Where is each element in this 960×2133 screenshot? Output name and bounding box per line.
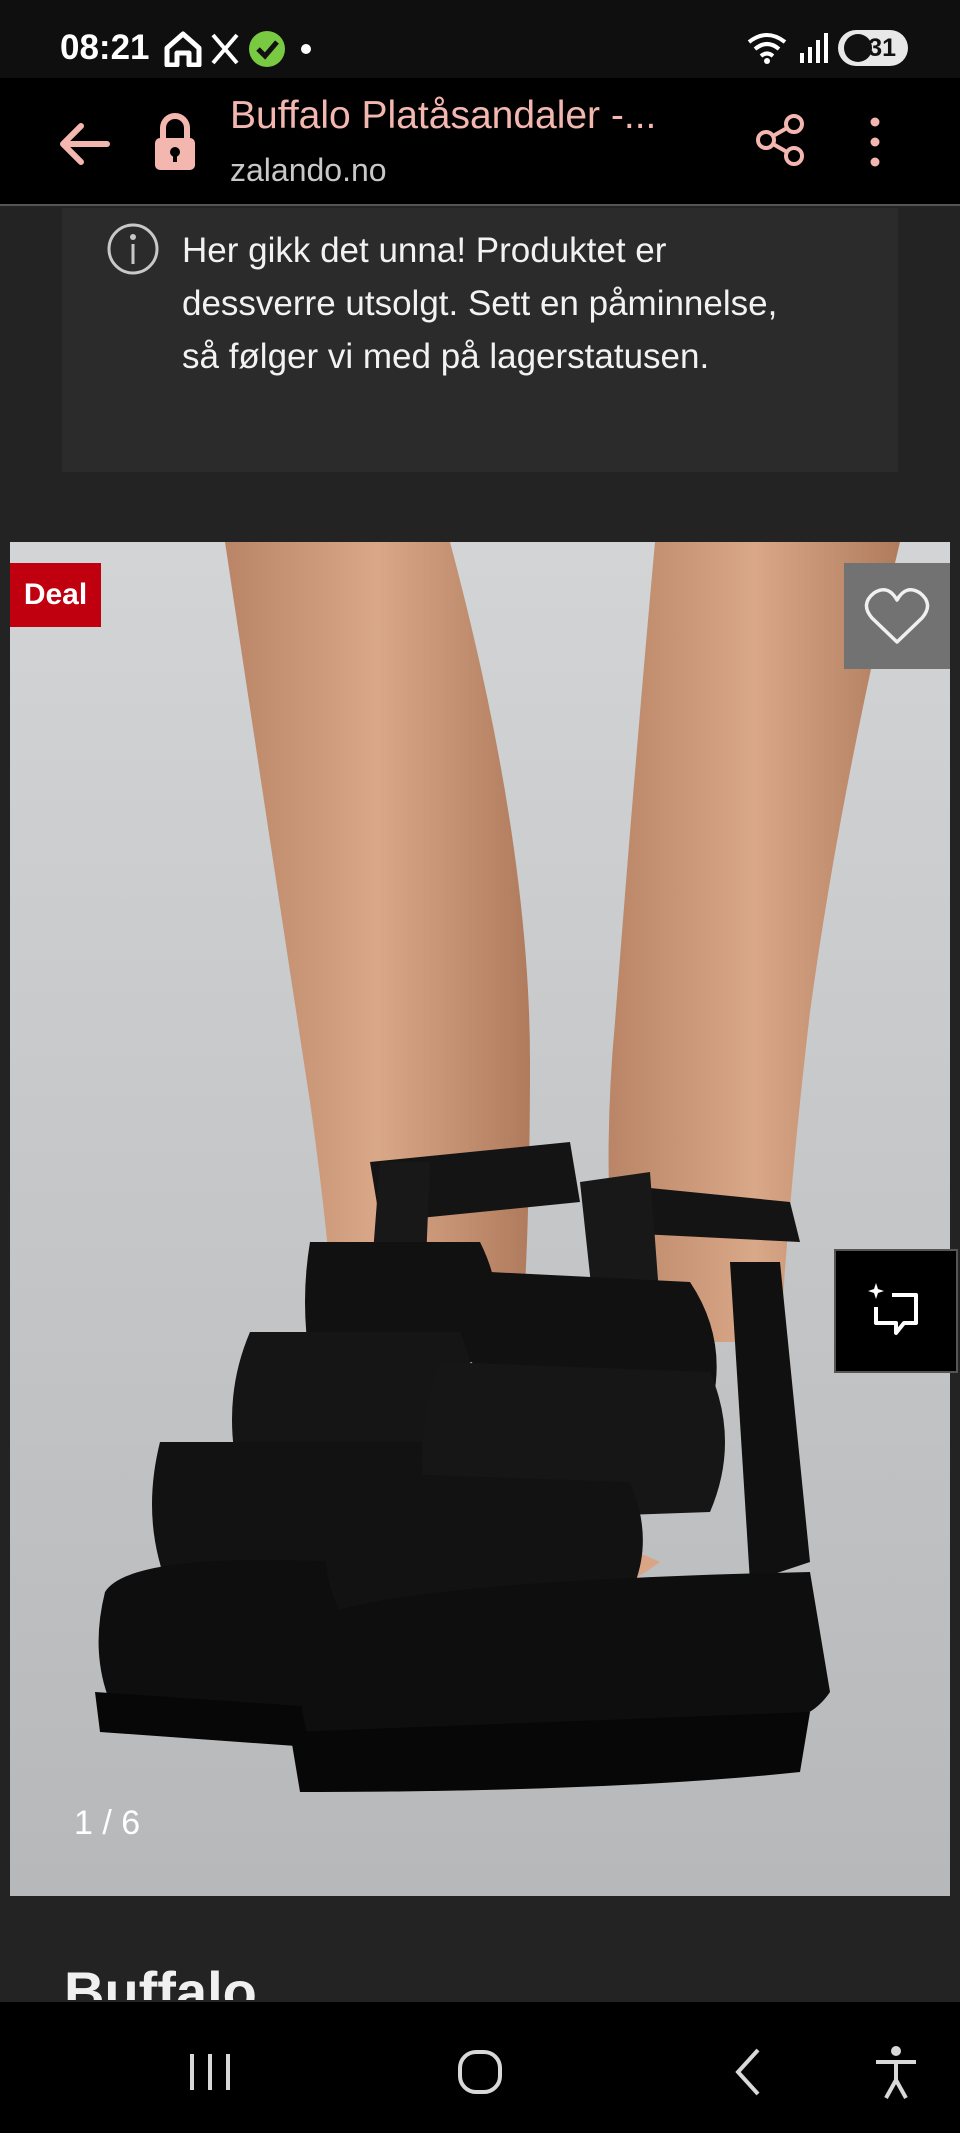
url-domain[interactable]: zalando.no bbox=[230, 152, 387, 189]
heart-icon bbox=[864, 588, 930, 644]
page: 08:21 31 Buffalo Platåsandaler -... zala… bbox=[0, 0, 960, 2133]
home-button-icon[interactable] bbox=[450, 2042, 510, 2102]
more-options-icon[interactable] bbox=[860, 114, 890, 170]
recent-apps-icon[interactable] bbox=[180, 2042, 240, 2102]
status-left-icons bbox=[164, 30, 314, 68]
page-title[interactable]: Buffalo Platåsandaler -... bbox=[230, 94, 710, 138]
wifi-icon bbox=[747, 33, 787, 64]
battery-saver-icon bbox=[844, 34, 872, 62]
back-arrow-icon[interactable] bbox=[55, 114, 115, 174]
status-bar: 08:21 31 bbox=[0, 0, 960, 78]
share-icon[interactable] bbox=[752, 112, 808, 168]
status-right-icons: 31 bbox=[746, 30, 908, 66]
product-brand: Buffalo bbox=[64, 1960, 257, 2000]
navigation-bar bbox=[0, 2002, 960, 2133]
sparkle-crop-icon bbox=[868, 1283, 918, 1335]
battery-level: 31 bbox=[868, 33, 896, 62]
notice-text: Her gikk det unna! Produktet er dessverr… bbox=[182, 231, 778, 376]
browser-toolbar: Buffalo Platåsandaler -... zalando.no bbox=[0, 78, 960, 206]
dot-icon bbox=[301, 44, 311, 54]
sold-out-notice: Her gikk det unna! Produktet er dessverr… bbox=[62, 208, 898, 472]
wishlist-button[interactable] bbox=[844, 563, 950, 669]
back-icon[interactable] bbox=[720, 2042, 780, 2102]
lock-icon[interactable] bbox=[152, 112, 198, 172]
x-icon bbox=[211, 33, 239, 65]
accessibility-icon[interactable] bbox=[866, 2042, 926, 2102]
image-counter: 1 / 6 bbox=[74, 1804, 141, 1842]
battery-indicator: 31 bbox=[838, 30, 908, 66]
visual-search-button[interactable] bbox=[834, 1249, 958, 1373]
status-time: 08:21 bbox=[60, 28, 150, 67]
signal-icon bbox=[800, 33, 828, 63]
check-circle-icon bbox=[249, 31, 285, 67]
info-icon bbox=[107, 223, 159, 275]
product-image[interactable]: Deal 1 / 6 bbox=[10, 542, 950, 1896]
home-icon bbox=[164, 31, 202, 67]
deal-badge: Deal bbox=[10, 563, 101, 627]
product-photo bbox=[10, 542, 950, 1896]
